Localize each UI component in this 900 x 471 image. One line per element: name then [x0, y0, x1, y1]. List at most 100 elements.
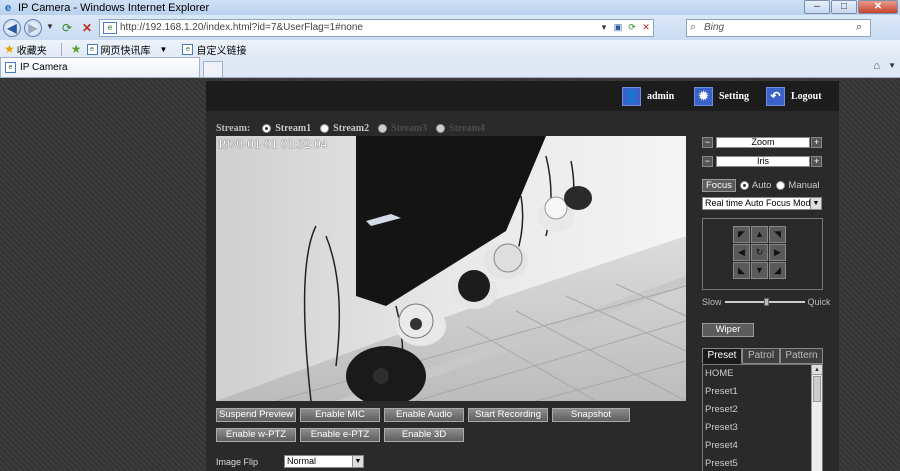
zoom-out-button[interactable]: − [702, 137, 713, 148]
focus-button[interactable]: Focus [702, 179, 736, 192]
favorites-bar: ★ 收藏夹 ★ e 网页快讯库 ▼ e 自定义链接 [0, 40, 900, 58]
focus-manual-radio[interactable] [776, 181, 786, 190]
iris-open-button[interactable]: + [811, 156, 822, 167]
list-item[interactable]: HOME [703, 365, 822, 383]
enable-w-ptz-button[interactable]: Enable w-PTZ [216, 428, 296, 442]
setting-label: Setting [719, 90, 749, 102]
gear-icon: ✹ [694, 86, 713, 106]
pan-down-left-button[interactable]: ◣ [733, 262, 750, 279]
tilt-down-button[interactable]: ▼ [751, 262, 768, 279]
focus-manual-label[interactable]: Manual [788, 180, 819, 191]
pan-up-left-button[interactable]: ◤ [733, 226, 750, 243]
search-box[interactable]: ⌕ Bing ⌕ [686, 18, 871, 37]
home-dropdown-icon[interactable]: ▼ [888, 61, 896, 70]
snapshot-button[interactable]: Snapshot [552, 408, 630, 422]
enable-mic-button[interactable]: Enable MIC [300, 408, 380, 422]
live-video-preview[interactable]: 1970-01-01 01:32:04 [216, 136, 686, 401]
favorites-item-custom-links[interactable]: 自定义链接 [196, 42, 246, 57]
search-icon[interactable]: ⌕ [856, 21, 870, 34]
scrollbar-thumb[interactable] [813, 376, 821, 402]
stream3-label: Stream3 [391, 122, 428, 134]
go-refresh-icon[interactable]: ⟳ [625, 22, 639, 33]
favorites-item-webslice[interactable]: 网页快讯库 [101, 42, 151, 57]
forward-button[interactable]: ▶ [24, 18, 42, 37]
history-dropdown-icon[interactable]: ▼ [45, 19, 55, 37]
web-slice-icon: e [86, 43, 98, 55]
camera-scene-image [216, 136, 686, 401]
list-item[interactable]: Preset2 [703, 401, 822, 419]
suspend-preview-button[interactable]: Suspend Preview [216, 408, 296, 422]
address-dropdown-icon[interactable]: ▾ [597, 22, 611, 33]
stream2-label[interactable]: Stream2 [333, 123, 369, 134]
focus-controls: Focus Auto Manual [702, 179, 825, 192]
enable-audio-button[interactable]: Enable Audio [384, 408, 464, 422]
favorites-button[interactable]: 收藏夹 [17, 42, 47, 57]
tab-preset[interactable]: Preset [702, 348, 742, 364]
setting-button[interactable]: ✹ Setting [694, 86, 749, 106]
ptz-control-pad: ◤ ▲ ◥ ◀ ↻ ▶ ◣ ▼ ◢ [702, 218, 823, 290]
search-provider-icon: ⌕ [690, 21, 697, 33]
enable-e-ptz-button[interactable]: Enable e-PTZ [300, 428, 380, 442]
camera-panel: 👤 admin ✹ Setting ↶ Logout Stream: Strea… [206, 81, 839, 471]
video-timestamp: 1970-01-01 01:32:04 [217, 136, 328, 151]
scroll-up-icon[interactable]: ▲ [812, 365, 822, 375]
ptz-speed-control: Slow Quick [702, 297, 831, 307]
compat-view-icon[interactable]: ▣ [611, 22, 625, 33]
home-icon[interactable]: ⌂ [873, 60, 880, 72]
search-input[interactable]: Bing [704, 22, 856, 33]
chevron-down-icon[interactable]: ▼ [160, 45, 168, 54]
logout-button[interactable]: ↶ Logout [766, 86, 822, 106]
refresh-icon[interactable]: ⟳ [59, 20, 75, 36]
wiper-button[interactable]: Wiper [702, 323, 754, 337]
url-text[interactable]: http://192.168.1.20/index.html?id=7&User… [120, 22, 597, 33]
stop-icon[interactable]: ✕ [79, 20, 95, 36]
stop-small-icon[interactable]: ✕ [639, 22, 653, 33]
user-button[interactable]: 👤 admin [622, 86, 674, 106]
zoom-in-button[interactable]: + [811, 137, 822, 148]
minimize-button[interactable]: – [804, 0, 830, 14]
favorites-star-icon[interactable]: ★ [4, 42, 15, 56]
tab-ip-camera[interactable]: e IP Camera [0, 57, 200, 77]
stream2-radio[interactable] [320, 123, 330, 133]
list-item[interactable]: Preset5 [703, 455, 822, 471]
new-tab-button[interactable] [203, 61, 223, 77]
speed-slider-thumb[interactable] [763, 298, 769, 306]
favorites-divider [60, 42, 62, 56]
custom-links-icon: e [182, 43, 194, 55]
pan-left-button[interactable]: ◀ [733, 244, 750, 261]
enable-3d-button[interactable]: Enable 3D [384, 428, 464, 442]
tilt-up-button[interactable]: ▲ [751, 226, 768, 243]
pan-up-right-button[interactable]: ◥ [769, 226, 786, 243]
page-background: 👤 admin ✹ Setting ↶ Logout Stream: Strea… [0, 79, 900, 471]
speed-slider[interactable] [724, 298, 805, 306]
address-box[interactable]: e http://192.168.1.20/index.html?id=7&Us… [99, 18, 654, 37]
iris-close-button[interactable]: − [702, 156, 713, 167]
pan-right-button[interactable]: ▶ [769, 244, 786, 261]
af-mode-select[interactable]: Real time Auto Focus Mode ▼ [702, 197, 822, 210]
tab-patrol[interactable]: Patrol [742, 348, 780, 364]
focus-auto-radio[interactable] [739, 181, 749, 190]
stream1-label[interactable]: Stream1 [275, 123, 311, 134]
image-flip-value: Normal [287, 456, 317, 466]
stream4-radio [436, 123, 446, 133]
ptz-auto-scan-button[interactable]: ↻ [751, 244, 768, 261]
maximize-button[interactable]: □ [831, 0, 857, 14]
image-flip-select[interactable]: Normal ▼ [284, 455, 364, 468]
address-toolbar: ◀ ▶ ▼ ⟳ ✕ e http://192.168.1.20/index.ht… [0, 15, 900, 40]
pan-down-right-button[interactable]: ◢ [769, 262, 786, 279]
chevron-down-icon: ▼ [352, 456, 363, 467]
list-item[interactable]: Preset4 [703, 437, 822, 455]
preset-scrollbar[interactable]: ▲ [811, 365, 822, 471]
stream1-radio[interactable] [262, 123, 272, 133]
list-item[interactable]: Preset3 [703, 419, 822, 437]
close-button[interactable]: ✕ [858, 0, 898, 14]
start-recording-button[interactable]: Start Recording [468, 408, 548, 422]
list-item[interactable]: Preset1 [703, 383, 822, 401]
logout-label: Logout [791, 90, 822, 102]
tab-pattern[interactable]: Pattern [780, 348, 823, 364]
ie-logo-icon: e [4, 1, 12, 14]
add-favorite-icon[interactable]: ★ [71, 42, 82, 56]
back-button[interactable]: ◀ [3, 18, 21, 37]
zoom-label: Zoom [716, 137, 810, 148]
focus-auto-label[interactable]: Auto [752, 180, 772, 191]
